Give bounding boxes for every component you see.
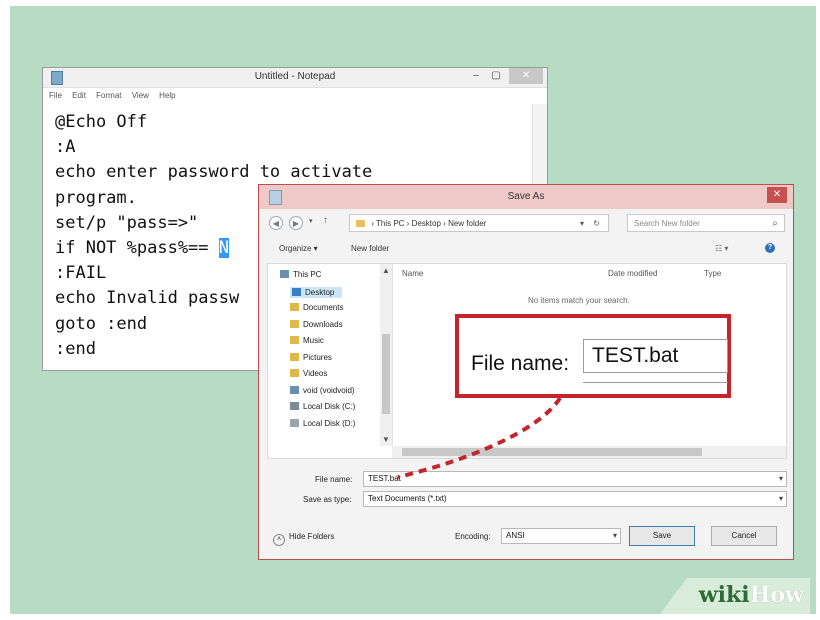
- dialog-title: Save As: [507, 191, 545, 202]
- callout-file-name-input: TEST.bat: [583, 339, 728, 373]
- search-icon: ⌕: [772, 218, 778, 229]
- menu-edit[interactable]: Edit: [72, 91, 86, 100]
- folder-icon: [290, 336, 299, 344]
- selected-text: N: [218, 238, 230, 259]
- sidebar-item-label: Videos: [303, 369, 328, 378]
- folder-icon: [356, 220, 365, 227]
- menu-help[interactable]: Help: [159, 91, 175, 100]
- column-date-modified[interactable]: Date modified: [608, 269, 657, 278]
- sidebar-item-label: Pictures: [303, 352, 332, 362]
- encoding-select[interactable]: ANSI ▾: [501, 528, 621, 544]
- help-icon[interactable]: ?: [765, 243, 775, 253]
- menu-format[interactable]: Format: [96, 91, 121, 100]
- callout-underline: [583, 382, 728, 383]
- folder-icon: [290, 319, 299, 328]
- navigation-row: ◀ ▶ ▾ ↑ › This PC › Desktop › New folder…: [267, 213, 787, 235]
- close-button[interactable]: ✕: [509, 68, 543, 84]
- text-line: @Echo Off: [55, 112, 148, 132]
- navigation-sidebar: This PC Desktop Documents Downloads Music Pic…: [268, 264, 380, 446]
- hscroll-thumb[interactable]: [402, 448, 702, 456]
- address-bar[interactable]: › This PC › Desktop › New folder ▾ ↻: [349, 214, 609, 232]
- dialog-close-button[interactable]: ✕: [767, 187, 787, 203]
- drive-icon: [290, 402, 299, 410]
- search-input[interactable]: Search New folder ⌕: [627, 214, 785, 232]
- save-button[interactable]: Save: [629, 526, 695, 546]
- sidebar-item[interactable]: This PC: [280, 270, 321, 279]
- sidebar-item-label: Music: [303, 336, 324, 345]
- menu-file[interactable]: File: [49, 91, 62, 100]
- breadcrumb-this-pc[interactable]: This PC: [376, 219, 404, 228]
- chevron-up-icon: ˄: [273, 534, 285, 546]
- sidebar-scrollbar[interactable]: ▲ ▼: [380, 264, 393, 446]
- forward-arrow-icon[interactable]: ▶: [289, 216, 303, 230]
- sidebar-item[interactable]: void (voidvoid): [290, 385, 355, 395]
- notepad-titlebar: Untitled - Notepad – ▢ ✕: [43, 68, 547, 88]
- sidebar-item[interactable]: Downloads: [290, 319, 343, 329]
- toolbar: Organize ▾ New folder ☷ ▾ ?: [269, 241, 789, 257]
- chevron-down-icon[interactable]: ▾: [779, 492, 783, 506]
- folder-icon: [290, 369, 299, 377]
- maximize-button[interactable]: ▢: [487, 68, 505, 84]
- user-icon: [290, 385, 299, 394]
- sidebar-item[interactable]: Pictures: [290, 352, 332, 362]
- sidebar-item[interactable]: Music: [290, 336, 324, 345]
- file-name-callout: File name: TEST.bat: [455, 314, 731, 398]
- folder-icon: [290, 303, 299, 311]
- back-arrow-icon[interactable]: ◀: [269, 216, 283, 230]
- save-as-type-select[interactable]: Text Documents (*.txt) ▾: [363, 491, 787, 507]
- sidebar-item-label: Local Disk (D:): [303, 418, 356, 428]
- column-type[interactable]: Type: [704, 269, 721, 278]
- breadcrumb-new-folder[interactable]: New folder: [448, 219, 486, 228]
- folder-icon: [292, 287, 301, 296]
- up-arrow-icon[interactable]: ↑: [323, 215, 328, 226]
- breadcrumb-desktop[interactable]: Desktop: [412, 219, 441, 228]
- text-line: echo enter password to activate: [55, 162, 373, 183]
- sidebar-item[interactable]: Documents: [290, 303, 343, 312]
- sidebar-item[interactable]: Local Disk (C:): [290, 402, 355, 411]
- menu-view[interactable]: View: [132, 91, 149, 100]
- text-line: :A: [55, 137, 76, 158]
- sidebar-item-label: This PC: [293, 270, 322, 279]
- view-options-icon[interactable]: ☷ ▾: [715, 244, 728, 253]
- file-name-label: File name:: [315, 475, 353, 484]
- sidebar-item-label: Documents: [303, 303, 344, 312]
- chevron-down-icon[interactable]: ▾: [779, 472, 783, 486]
- callout-file-name-label: File name:: [471, 352, 570, 375]
- new-folder-button[interactable]: New folder: [351, 244, 389, 253]
- recent-dropdown-icon[interactable]: ▾: [309, 217, 313, 225]
- wikihow-wordmark: wikiHow: [698, 582, 804, 608]
- computer-icon: [280, 270, 289, 278]
- sidebar-item[interactable]: Desktop: [290, 286, 343, 298]
- cancel-button[interactable]: Cancel: [711, 526, 777, 546]
- scroll-thumb[interactable]: [382, 334, 390, 414]
- scroll-up-icon[interactable]: ▲: [382, 266, 390, 275]
- dialog-titlebar: Save As ✕: [259, 185, 793, 209]
- sidebar-item-label: Local Disk (C:): [303, 402, 356, 411]
- notepad-menubar: File Edit Format View Help: [43, 88, 547, 104]
- refresh-icon[interactable]: ↻: [593, 215, 600, 231]
- sidebar-item[interactable]: Local Disk (D:): [290, 418, 356, 428]
- address-dropdown-icon[interactable]: ▾: [580, 215, 584, 231]
- scroll-down-icon[interactable]: ▼: [382, 435, 390, 444]
- sidebar-item-label: Desktop: [305, 287, 335, 297]
- drive-icon: [290, 418, 299, 427]
- empty-message: No items match your search.: [528, 296, 630, 305]
- file-name-input[interactable]: TEST.bat ▾: [363, 471, 787, 487]
- minimize-button[interactable]: –: [467, 68, 485, 84]
- sidebar-item-label: void (voidvoid): [303, 385, 355, 395]
- sidebar-item[interactable]: Videos: [290, 369, 327, 378]
- sidebar-item-label: Downloads: [303, 319, 343, 329]
- folder-icon: [290, 352, 299, 361]
- organize-button[interactable]: Organize ▾: [279, 244, 318, 253]
- hide-folders-button[interactable]: ˄ Hide Folders: [273, 532, 334, 546]
- chevron-down-icon[interactable]: ▾: [613, 529, 617, 543]
- save-as-type-label: Save as type:: [303, 495, 352, 504]
- encoding-label: Encoding:: [455, 532, 491, 541]
- column-name[interactable]: Name: [402, 269, 423, 278]
- horizontal-scrollbar[interactable]: [392, 446, 786, 458]
